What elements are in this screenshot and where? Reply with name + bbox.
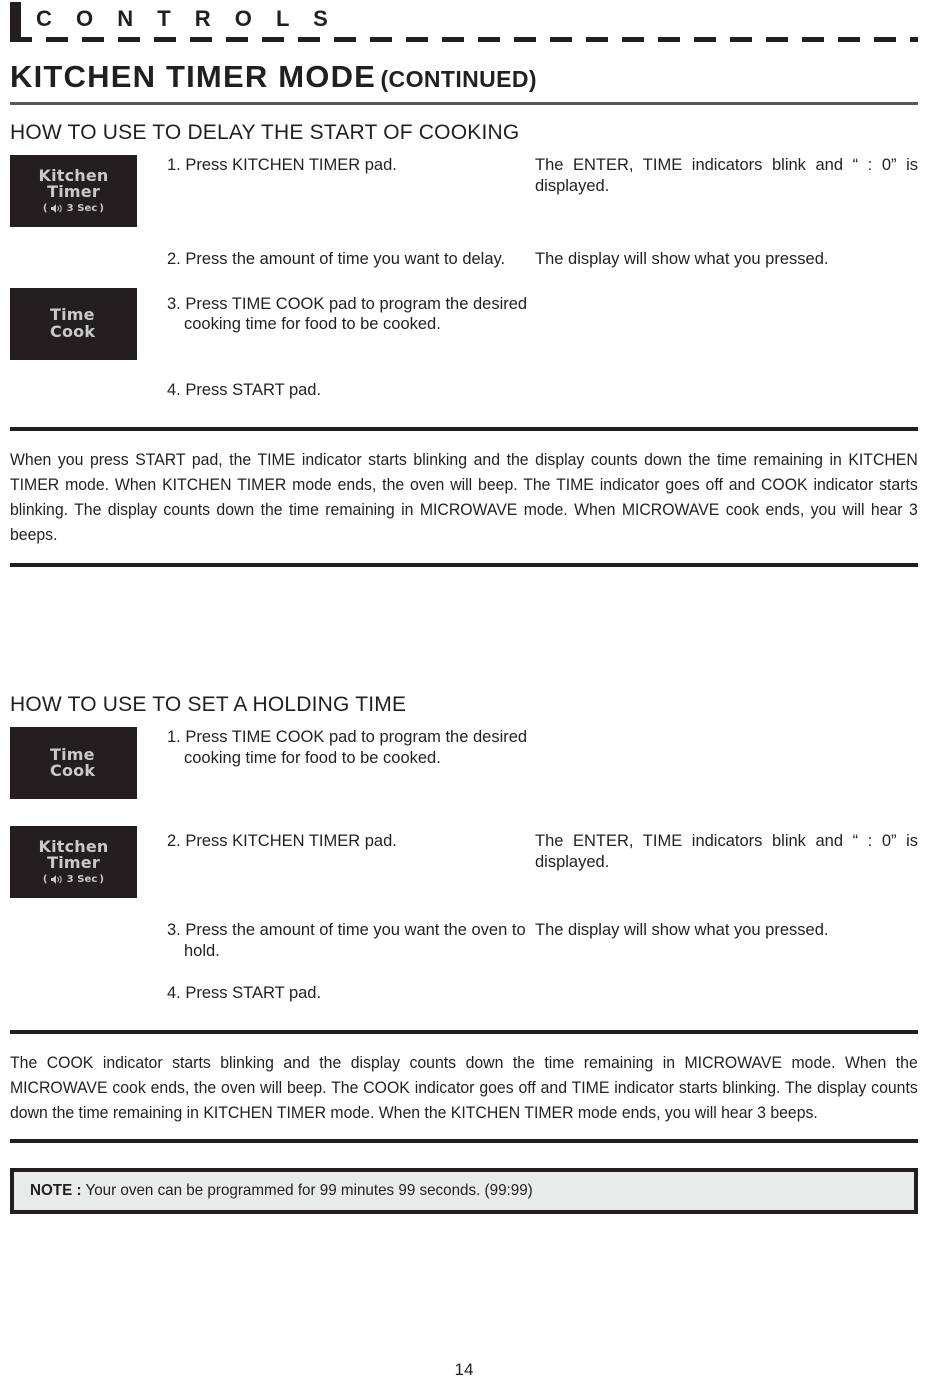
pad-label-line-2: Cook bbox=[50, 761, 96, 780]
note-label: NOTE : bbox=[30, 1181, 82, 1199]
step-item: 3. Press the amount of time you want the… bbox=[167, 921, 526, 960]
step-item: 2. Press the amount of time you want to … bbox=[167, 250, 506, 268]
summary-paragraph-holding-time: The COOK indicator starts blinking and t… bbox=[10, 1052, 918, 1122]
summary-paragraph-delay-start: When you press START pad, the TIME indic… bbox=[10, 450, 918, 544]
procedure-row: Time Cook 3. Press TIME COOK pad to prog… bbox=[10, 287, 918, 360]
note-text: Your oven can be programmed for 99 minut… bbox=[81, 1181, 533, 1199]
response-item: The ENTER, TIME indicators blink and “ :… bbox=[535, 832, 918, 871]
chapter-title-continued: (CONTINUED) bbox=[380, 66, 537, 92]
section-divider-top bbox=[10, 427, 918, 431]
pad-sublabel-text: 3 Sec bbox=[66, 202, 98, 214]
manual-page: C O N T R O L S KITCHEN TIMER MODE (CONT… bbox=[0, 0, 928, 1392]
pad-sublabel-open-paren: ( bbox=[42, 202, 48, 214]
speaker-icon bbox=[50, 203, 65, 214]
pad-sublabel-close-paren: ) bbox=[99, 873, 105, 885]
response-cell: The display will show what you pressed. bbox=[535, 920, 918, 941]
response-item: The ENTER, TIME indicators blink and “ :… bbox=[535, 156, 918, 195]
response-cell: The ENTER, TIME indicators blink and “ :… bbox=[535, 831, 918, 872]
running-head-label: C O N T R O L S bbox=[36, 6, 337, 31]
step-cell: 4. Press START pad. bbox=[165, 380, 535, 401]
step-cell: 3. Press TIME COOK pad to program the de… bbox=[165, 294, 535, 335]
step-cell: 4. Press START pad. bbox=[165, 983, 535, 1004]
pad-cell: Time Cook bbox=[10, 287, 165, 360]
step-item: 4. Press START pad. bbox=[167, 984, 322, 1002]
procedure-row: Kitchen Timer ( 3 Sec ) bbox=[10, 826, 918, 898]
procedure-row: Kitchen Timer ( 3 Sec ) bbox=[10, 155, 918, 227]
dashed-divider bbox=[10, 37, 918, 42]
pad-time-cook[interactable]: Time Cook bbox=[10, 287, 137, 360]
procedure-row: 2. Press the amount of time you want to … bbox=[10, 249, 918, 270]
step-cell: 2. Press the amount of time you want to … bbox=[165, 249, 535, 270]
step-item: 4. Press START pad. bbox=[167, 380, 322, 399]
procedure-row: 4. Press START pad. bbox=[10, 983, 918, 1004]
step-cell: 1. Press KITCHEN TIMER pad. bbox=[165, 155, 535, 176]
running-head-bar bbox=[10, 2, 21, 38]
response-item: The display will show what you pressed. bbox=[535, 921, 829, 939]
note-box: NOTE : Your oven can be programmed for 9… bbox=[10, 1167, 918, 1214]
pad-sublabel-close-paren: ) bbox=[99, 202, 105, 214]
page-number: 14 bbox=[454, 1360, 474, 1379]
section-divider-bottom bbox=[10, 563, 918, 567]
procedure-delay-start: Kitchen Timer ( 3 Sec ) 1. Press KITCHEN… bbox=[10, 155, 918, 400]
procedure-row: 4. Press START pad. bbox=[10, 380, 918, 401]
section-heading-holding-time: HOW TO USE TO SET A HOLDING TIME bbox=[10, 693, 407, 716]
section-divider-top-2 bbox=[10, 1029, 918, 1034]
section-heading-delay-start: HOW TO USE TO DELAY THE START OF COOKING bbox=[10, 121, 520, 144]
response-cell: The ENTER, TIME indicators blink and “ :… bbox=[535, 155, 918, 196]
pad-sublabel: ( 3 Sec ) bbox=[43, 874, 104, 885]
pad-cell: Time Cook bbox=[10, 727, 165, 799]
pad-sublabel-open-paren: ( bbox=[42, 873, 48, 885]
pad-kitchen-timer[interactable]: Kitchen Timer ( 3 Sec ) bbox=[10, 826, 137, 898]
pad-label-line-2: Cook bbox=[50, 321, 96, 341]
chapter-title-main: KITCHEN TIMER MODE bbox=[10, 59, 377, 94]
step-cell: 1. Press TIME COOK pad to program the de… bbox=[165, 727, 535, 768]
pad-cell: Kitchen Timer ( 3 Sec ) bbox=[10, 155, 165, 227]
step-item: 1. Press KITCHEN TIMER pad. bbox=[167, 156, 397, 174]
chapter-title: KITCHEN TIMER MODE (CONTINUED) bbox=[10, 59, 918, 95]
pad-time-cook[interactable]: Time Cook bbox=[10, 727, 137, 799]
pad-sublabel: ( 3 Sec ) bbox=[43, 203, 104, 214]
step-cell: 2. Press KITCHEN TIMER pad. bbox=[165, 831, 535, 852]
step-cell: 3. Press the amount of time you want the… bbox=[165, 920, 535, 961]
pad-kitchen-timer[interactable]: Kitchen Timer ( 3 Sec ) bbox=[10, 155, 137, 227]
response-cell: The display will show what you pressed. bbox=[535, 249, 918, 270]
step-item: 2. Press KITCHEN TIMER pad. bbox=[167, 832, 397, 850]
step-item: 3. Press TIME COOK pad to program the de… bbox=[167, 294, 528, 334]
speaker-icon bbox=[50, 874, 65, 885]
procedure-holding-time: Time Cook 1. Press TIME COOK pad to prog… bbox=[10, 727, 918, 1004]
pad-cell: Kitchen Timer ( 3 Sec ) bbox=[10, 826, 165, 898]
note-text-wrapper: NOTE : Your oven can be programmed for 9… bbox=[30, 1182, 533, 1200]
pad-label-line-2: Timer bbox=[47, 182, 100, 201]
pad-sublabel-text: 3 Sec bbox=[66, 873, 98, 885]
pad-label-line-2: Timer bbox=[47, 853, 100, 872]
response-item: The display will show what you pressed. bbox=[535, 250, 829, 268]
running-head: C O N T R O L S bbox=[10, 0, 918, 42]
section-divider-bottom-2 bbox=[10, 1138, 918, 1143]
procedure-row: Time Cook 1. Press TIME COOK pad to prog… bbox=[10, 727, 918, 799]
procedure-row: 3. Press the amount of time you want the… bbox=[10, 920, 918, 961]
chapter-rule bbox=[10, 102, 918, 105]
step-item: 1. Press TIME COOK pad to program the de… bbox=[167, 728, 528, 767]
